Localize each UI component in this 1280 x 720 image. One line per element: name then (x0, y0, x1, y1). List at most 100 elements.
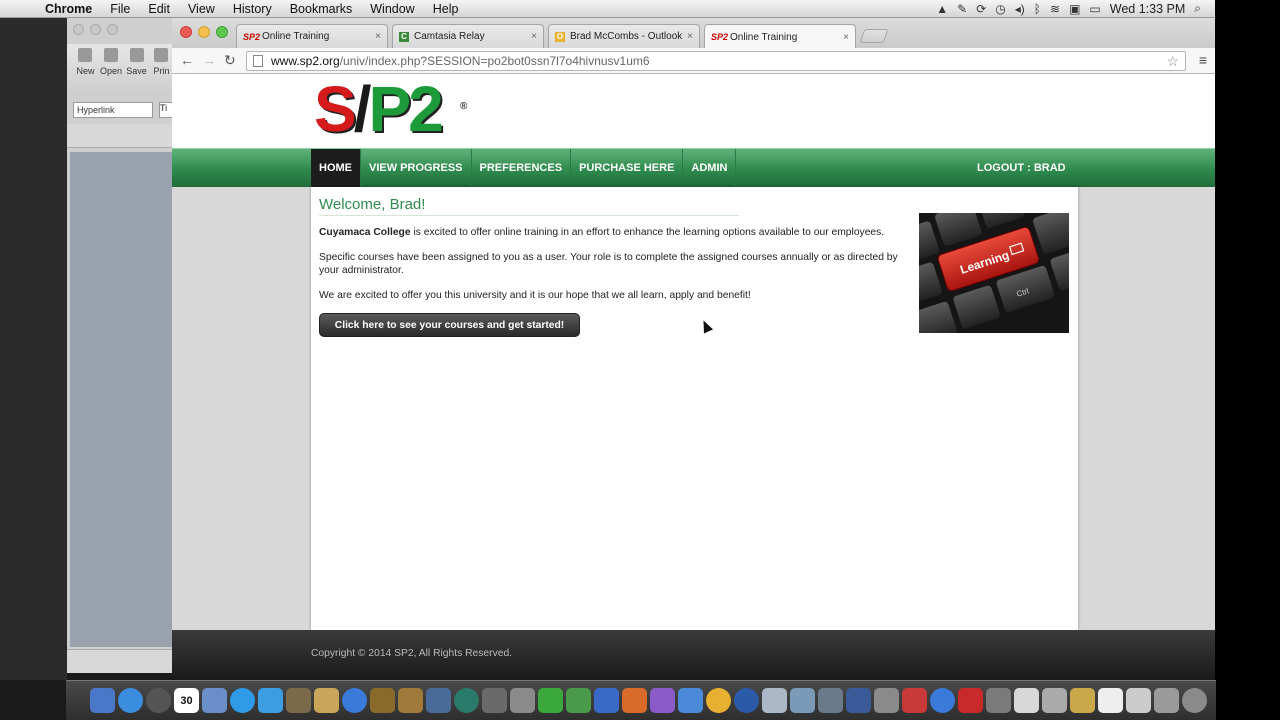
notification-icon[interactable]: ▲ (936, 2, 948, 16)
photos-icon[interactable] (286, 688, 311, 713)
address-bar[interactable]: www.sp2.org/univ/index.php?SESSION=po2bo… (246, 51, 1186, 71)
globe-icon[interactable] (734, 688, 759, 713)
screenshot-icon[interactable] (790, 688, 815, 713)
utilities-icon[interactable] (874, 688, 899, 713)
volume-icon[interactable]: ◂) (1015, 2, 1025, 16)
disk-utility-icon[interactable] (818, 688, 843, 713)
acrobat-reader-icon[interactable] (958, 688, 983, 713)
camera-icon[interactable] (986, 688, 1011, 713)
app-store-icon[interactable] (118, 688, 143, 713)
numbers-icon[interactable] (566, 688, 591, 713)
word-style-select[interactable]: Hyperlink (73, 102, 153, 118)
nav-home[interactable]: HOME (311, 149, 361, 188)
safari-icon[interactable] (230, 688, 255, 713)
stack-icon[interactable] (1154, 688, 1179, 713)
time-machine-dock-icon[interactable] (454, 688, 479, 713)
menubar-clock[interactable]: Wed 1:33 PM (1110, 2, 1186, 16)
word-minimize-icon[interactable] (90, 24, 101, 35)
acrobat-icon[interactable] (902, 688, 927, 713)
onenote-icon[interactable] (650, 688, 675, 713)
outlook-icon[interactable] (678, 688, 703, 713)
folder-icon[interactable] (1126, 688, 1151, 713)
powerpoint-icon[interactable] (622, 688, 647, 713)
blank-doc-icon[interactable] (1098, 688, 1123, 713)
back-arrow-icon[interactable]: ← (180, 52, 194, 68)
word-print-button[interactable]: Prin (151, 44, 172, 96)
close-tab-icon[interactable]: × (531, 31, 537, 42)
tab-online-training-active[interactable]: SP2 Online Training × (704, 24, 856, 49)
garageband-icon[interactable] (398, 688, 423, 713)
word-font-select[interactable]: Ti (159, 102, 173, 118)
archive-icon[interactable] (1070, 688, 1095, 713)
dashboard-icon[interactable] (146, 688, 171, 713)
word-open-button[interactable]: Open (100, 44, 122, 96)
close-tab-icon[interactable]: × (843, 32, 849, 43)
iphoto-icon[interactable] (370, 688, 395, 713)
spotlight-search-icon[interactable]: ⌕ (1194, 1, 1201, 16)
document-icon[interactable] (762, 688, 787, 713)
sync-icon[interactable]: ⟳ (976, 2, 986, 16)
tab-online-training-1[interactable]: SP2 Online Training × (236, 24, 388, 48)
new-doc-icon (78, 48, 93, 62)
menu-view[interactable]: View (179, 2, 224, 16)
screen-edge (1215, 0, 1280, 720)
notes-icon[interactable] (314, 688, 339, 713)
time-machine-icon[interactable]: ◷ (995, 2, 1005, 16)
learning-keyboard-image: Learning Ctrl (919, 213, 1069, 333)
close-window-icon[interactable] (180, 26, 192, 38)
word-zoom-icon[interactable] (107, 24, 118, 35)
bookmark-star-icon[interactable]: ☆ (1166, 53, 1185, 70)
bluetooth-icon[interactable]: ᛒ (1034, 2, 1041, 16)
mission-control-icon[interactable] (426, 688, 451, 713)
trash-icon[interactable] (1182, 688, 1207, 713)
word-icon[interactable] (594, 688, 619, 713)
menu-help[interactable]: Help (424, 2, 468, 16)
nav-admin[interactable]: ADMIN (683, 149, 737, 188)
tab-outlook[interactable]: O Brad McCombs - Outlook W × (548, 24, 700, 48)
logout-link[interactable]: LOGOUT : BRAD (977, 149, 1066, 188)
calendar-icon[interactable]: 30 (174, 688, 199, 713)
word-document-area[interactable] (70, 152, 172, 647)
close-tab-icon[interactable]: × (687, 31, 693, 42)
menu-history[interactable]: History (224, 2, 281, 16)
word-save-button[interactable]: Save (126, 44, 147, 96)
reload-icon[interactable]: ↻ (224, 52, 236, 69)
sp2-logo[interactable]: S/P2 ® (314, 76, 467, 142)
pdf-doc-icon[interactable] (1042, 688, 1067, 713)
user-icon[interactable]: ▣ (1069, 2, 1080, 16)
word-close-icon[interactable] (73, 24, 84, 35)
search-app-icon[interactable] (930, 688, 955, 713)
zoom-window-icon[interactable] (216, 26, 228, 38)
menu-bookmarks[interactable]: Bookmarks (281, 2, 362, 16)
chrome-icon[interactable] (706, 688, 731, 713)
menu-edit[interactable]: Edit (139, 2, 179, 16)
wifi-icon[interactable]: ≋ (1050, 2, 1060, 16)
spreadsheet-icon[interactable] (846, 688, 871, 713)
tab-camtasia-relay[interactable]: C Camtasia Relay × (392, 24, 544, 48)
menu-app-chrome[interactable]: Chrome (36, 2, 101, 16)
close-tab-icon[interactable]: × (375, 31, 381, 42)
messages-icon[interactable] (258, 688, 283, 713)
tools-icon[interactable]: ✎ (957, 2, 967, 16)
battery-icon[interactable]: ▭ (1089, 2, 1100, 16)
minimize-window-icon[interactable] (198, 26, 210, 38)
new-tab-button[interactable] (859, 29, 889, 43)
preview-icon[interactable] (202, 688, 227, 713)
star-app-icon[interactable] (482, 688, 507, 713)
hamburger-menu-icon[interactable]: ≡ (1199, 52, 1207, 68)
background-word-window[interactable]: New Open Save Prin Hyperlink Ti (67, 18, 173, 673)
menu-window[interactable]: Window (361, 2, 423, 16)
system-prefs-icon[interactable] (510, 688, 535, 713)
nav-preferences[interactable]: PREFERENCES (472, 149, 572, 188)
excel-icon[interactable] (538, 688, 563, 713)
nav-view-progress[interactable]: VIEW PROGRESS (361, 149, 472, 188)
site-header: S/P2 ® (172, 74, 1215, 148)
forward-arrow-icon[interactable]: → (202, 52, 216, 68)
finder-icon[interactable] (90, 688, 115, 713)
menu-file[interactable]: File (101, 2, 139, 16)
word-new-button[interactable]: New (75, 44, 96, 96)
itunes-icon[interactable] (342, 688, 367, 713)
nav-purchase-here[interactable]: PURCHASE HERE (571, 149, 684, 188)
textedit-icon[interactable] (1014, 688, 1039, 713)
see-courses-button[interactable]: Click here to see your courses and get s… (319, 313, 580, 337)
